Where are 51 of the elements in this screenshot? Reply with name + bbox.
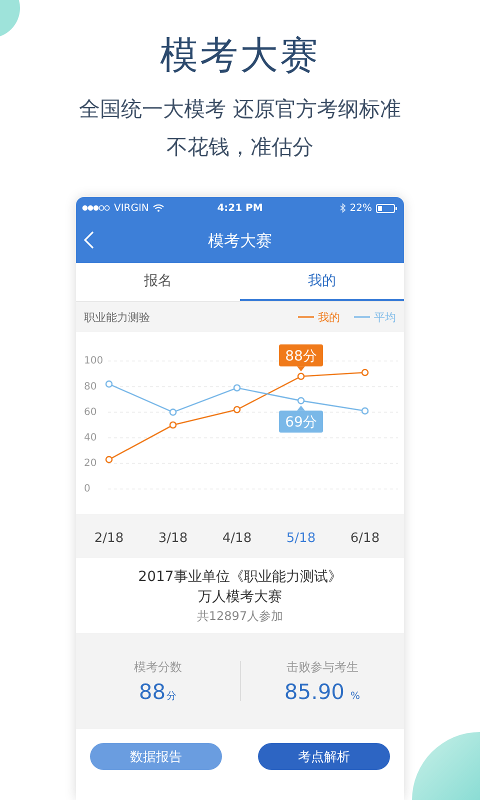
- stat-value: 88: [138, 680, 166, 704]
- carrier-name: VIRGIN: [114, 202, 149, 214]
- legend-item: 平均: [354, 310, 396, 324]
- headline: 模考大赛: [160, 32, 320, 79]
- axis-tick-label: 60: [84, 406, 97, 418]
- data-point: [361, 368, 369, 376]
- date-label[interactable]: 6/18: [350, 531, 380, 546]
- tagline: 全国统一大模考 还原官方考纲标准: [79, 96, 401, 123]
- stat-label: 击败参与考生: [286, 658, 358, 676]
- status-time: 4:21 PM: [217, 202, 263, 214]
- battery-percent: 22%: [350, 202, 372, 214]
- legend-line-icon: [354, 316, 370, 318]
- back-button[interactable]: [82, 229, 96, 251]
- wifi-icon: [152, 204, 164, 212]
- stat-unit: 分: [166, 690, 177, 702]
- battery-icon: [376, 204, 398, 212]
- participant-count: 共12897人参加: [196, 608, 284, 625]
- stat-value: 85.90: [284, 680, 345, 704]
- axis-tick-label: 20: [84, 458, 97, 470]
- data-point: [361, 407, 369, 415]
- axis-tick-label: 0: [84, 484, 90, 495]
- axis-tick-label: 80: [84, 381, 97, 392]
- data-point: [233, 406, 241, 414]
- bluetooth-icon: [340, 203, 346, 213]
- data-point: [297, 397, 305, 404]
- date-label[interactable]: 4/18: [222, 531, 252, 546]
- annotation: 88分: [285, 348, 317, 364]
- stat-unit: %: [350, 690, 360, 702]
- stat-label: 模考分数: [134, 658, 182, 676]
- tab[interactable]: 我的: [240, 263, 404, 301]
- data-point: [169, 408, 177, 416]
- date-label[interactable]: 2/18: [94, 531, 124, 546]
- data-point: [233, 384, 241, 392]
- legend-item: 我的: [298, 310, 340, 324]
- contest-subtitle: 万人模考大赛: [198, 588, 282, 606]
- annotation: 69分: [285, 414, 317, 431]
- axis-tick-label: 40: [84, 432, 97, 444]
- action-button[interactable]: 考点解析: [258, 743, 390, 770]
- data-point: [105, 456, 113, 464]
- chart-title: 职业能力测验: [84, 310, 150, 324]
- tagline: 不花钱，准估分: [166, 134, 314, 161]
- data-point: [169, 421, 177, 429]
- legend-line-icon: [298, 316, 314, 318]
- date-label[interactable]: 5/18: [286, 531, 316, 546]
- data-point: [297, 372, 305, 380]
- axis-tick-label: 100: [84, 356, 104, 367]
- data-point: [105, 380, 113, 388]
- signal-icon: [82, 205, 110, 211]
- contest-title: 2017事业单位《职业能力测试》: [138, 568, 342, 586]
- date-label[interactable]: 3/18: [158, 531, 188, 546]
- nav-title: 模考大赛: [208, 230, 272, 252]
